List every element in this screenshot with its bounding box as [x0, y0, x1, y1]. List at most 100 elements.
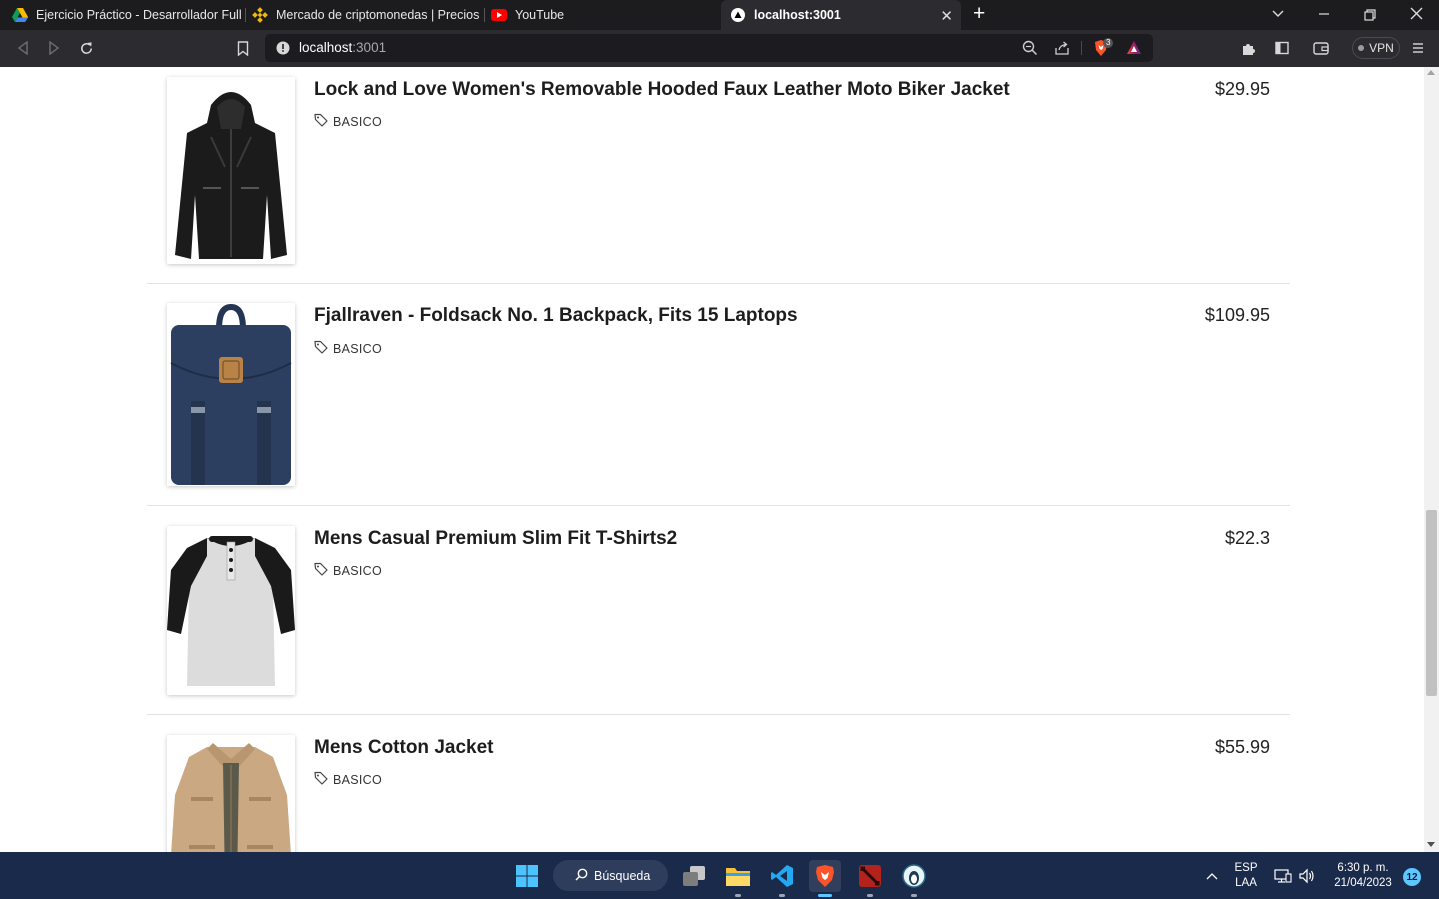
- volume-icon[interactable]: [1296, 860, 1318, 892]
- menu-icon[interactable]: [1410, 40, 1426, 56]
- tab-separator: [245, 8, 246, 22]
- bookmark-icon[interactable]: [235, 40, 251, 56]
- omnibox-divider: [1081, 41, 1082, 55]
- product-name[interactable]: Mens Cotton Jacket: [314, 737, 493, 759]
- network-icon[interactable]: [1272, 860, 1294, 892]
- tab-binance[interactable]: Mercado de criptomonedas | Precios y: [252, 0, 480, 30]
- notification-badge[interactable]: 12: [1403, 868, 1421, 886]
- scroll-down-arrow[interactable]: [1427, 842, 1435, 847]
- clock-time: 6:30 p. m.: [1337, 862, 1389, 874]
- product-image-raglan-tshirt[interactable]: [167, 526, 295, 695]
- keyboard-layout: LAA: [1235, 877, 1257, 889]
- product-divider: [147, 505, 1290, 506]
- vpn-button[interactable]: VPN: [1352, 37, 1400, 59]
- scroll-up-arrow[interactable]: [1427, 70, 1435, 75]
- input-language[interactable]: ESP LAA: [1230, 861, 1262, 891]
- category-label: BASICO: [333, 341, 383, 356]
- category-label: BASICO: [333, 772, 383, 787]
- site-info-icon[interactable]: [276, 41, 290, 55]
- product-image-cotton-jacket[interactable]: [167, 735, 295, 852]
- tab-title: Ejercicio Práctico - Desarrollador Full-…: [36, 8, 242, 22]
- language-code: ESP: [1234, 862, 1258, 874]
- forward-button[interactable]: [46, 40, 62, 56]
- vscode-icon[interactable]: [766, 860, 798, 897]
- address-bar[interactable]: localhost:3001 3: [265, 34, 1153, 62]
- show-hidden-icons-chevron[interactable]: [1200, 860, 1224, 892]
- tag-icon: [314, 562, 328, 579]
- page-scrollbar[interactable]: [1424, 67, 1439, 852]
- windows-start-icon[interactable]: [511, 860, 543, 892]
- new-tab-button[interactable]: +: [973, 3, 985, 24]
- url-text: localhost:3001: [299, 40, 386, 55]
- product-name[interactable]: Lock and Love Women's Removable Hooded F…: [314, 79, 1010, 101]
- active-indicator: [818, 894, 832, 897]
- tab-drive[interactable]: Ejercicio Práctico - Desarrollador Full-…: [12, 0, 242, 30]
- close-tab-icon[interactable]: ✕: [940, 7, 953, 25]
- product-category: BASICO: [314, 340, 382, 357]
- running-indicator: [867, 894, 873, 897]
- tab-youtube[interactable]: YouTube: [491, 0, 691, 30]
- tab-title: Mercado de criptomonedas | Precios y: [276, 8, 480, 22]
- product-card[interactable]: Mens Casual Premium Slim Fit T-Shirts2 $…: [147, 516, 1290, 715]
- running-indicator: [779, 894, 785, 897]
- taskbar-search[interactable]: Búsqueda: [553, 860, 668, 891]
- category-label: BASICO: [333, 563, 383, 578]
- tab-title: localhost:3001: [754, 8, 841, 22]
- tag-icon: [314, 113, 328, 130]
- tab-separator: [484, 8, 485, 22]
- tab-localhost[interactable]: localhost:3001 ✕: [721, 0, 961, 30]
- file-explorer-icon[interactable]: [722, 860, 754, 897]
- product-card[interactable]: Mens Cotton Jacket $55.99 BASICO: [147, 725, 1290, 852]
- url-host: localhost: [299, 40, 353, 55]
- binance-icon: [252, 7, 268, 23]
- zoom-icon[interactable]: [1022, 40, 1038, 56]
- wallet-icon[interactable]: [1313, 40, 1329, 56]
- product-name[interactable]: Mens Casual Premium Slim Fit T-Shirts2: [314, 528, 677, 550]
- tab-title: YouTube: [515, 8, 565, 22]
- shields-count: 3: [1103, 38, 1114, 48]
- product-category: BASICO: [314, 562, 382, 579]
- scrollbar-thumb[interactable]: [1426, 510, 1437, 696]
- app-penguin-icon[interactable]: [898, 860, 930, 897]
- tab-search-chevron-icon[interactable]: [1272, 5, 1284, 21]
- close-window-button[interactable]: [1410, 7, 1423, 23]
- product-category: BASICO: [314, 113, 382, 130]
- restore-button[interactable]: [1364, 8, 1376, 24]
- product-price: $109.95: [1204, 305, 1270, 325]
- google-drive-icon: [12, 7, 28, 23]
- product-image-leather-jacket[interactable]: [167, 77, 295, 264]
- tag-icon: [314, 340, 328, 357]
- search-icon: [575, 868, 588, 884]
- product-divider: [147, 714, 1290, 715]
- product-name[interactable]: Fjallraven - Foldsack No. 1 Backpack, Fi…: [314, 305, 798, 327]
- running-indicator: [911, 894, 917, 897]
- vpn-label: VPN: [1369, 41, 1394, 55]
- clock[interactable]: 6:30 p. m. 21/04/2023: [1328, 861, 1398, 891]
- product-image-backpack[interactable]: [167, 303, 295, 486]
- brave-shields-icon[interactable]: 3: [1092, 38, 1114, 57]
- share-icon[interactable]: [1054, 40, 1070, 56]
- tag-icon: [314, 771, 328, 788]
- browser-tab-bar: Ejercicio Práctico - Desarrollador Full-…: [0, 0, 1439, 30]
- vpn-status-dot: [1358, 45, 1365, 51]
- brave-rewards-icon[interactable]: [1126, 40, 1142, 56]
- product-price: $22.3: [1224, 528, 1270, 548]
- extensions-icon[interactable]: [1241, 40, 1257, 56]
- product-price: $29.95: [1214, 79, 1270, 99]
- running-indicator: [735, 894, 741, 897]
- search-label: Búsqueda: [594, 868, 651, 883]
- browser-toolbar: localhost:3001 3 VPN: [0, 30, 1439, 67]
- brave-browser-icon[interactable]: [809, 860, 841, 897]
- vercel-icon: [730, 7, 746, 23]
- url-port: :3001: [352, 40, 387, 55]
- youtube-icon: [491, 7, 507, 23]
- reload-button[interactable]: [78, 40, 94, 56]
- dota-icon[interactable]: [854, 860, 886, 897]
- product-divider: [147, 283, 1290, 284]
- back-button[interactable]: [15, 40, 31, 56]
- sidebar-toggle-icon[interactable]: [1274, 40, 1290, 56]
- minimize-button[interactable]: [1318, 7, 1330, 23]
- product-card[interactable]: Lock and Love Women's Removable Hooded F…: [147, 67, 1290, 284]
- product-card[interactable]: Fjallraven - Foldsack No. 1 Backpack, Fi…: [147, 293, 1290, 506]
- task-view-icon[interactable]: [678, 860, 710, 892]
